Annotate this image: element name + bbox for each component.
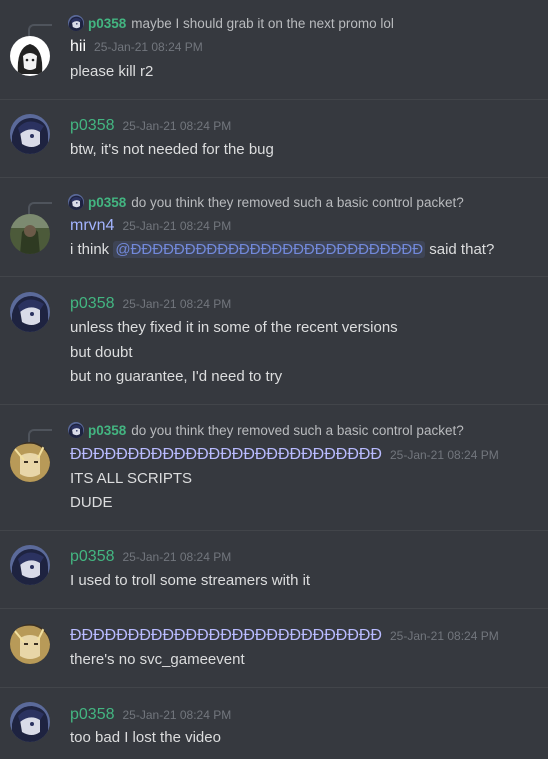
divider (0, 530, 548, 531)
message-header: ĐĐĐĐĐĐĐĐĐĐĐĐĐĐĐĐĐĐĐĐĐĐĐĐĐĐĐ 25-Jan-21 08… (70, 627, 499, 647)
message-header: p0358 25-Jan-21 08:24 PM (70, 706, 231, 726)
avatar[interactable] (10, 214, 50, 254)
timestamp: 25-Jan-21 08:24 PM (122, 219, 232, 233)
reply-text[interactable]: maybe I should grab it on the next promo… (131, 16, 394, 31)
divider (0, 177, 548, 178)
text-suffix: said that? (425, 241, 495, 258)
username[interactable]: p0358 (70, 548, 115, 566)
message-line: DUDE (70, 494, 113, 511)
reply-author[interactable]: p0358 (88, 195, 126, 210)
username[interactable]: p0358 (70, 295, 115, 313)
reply-author[interactable]: p0358 (88, 423, 126, 438)
reply-preview[interactable]: p0358 do you think they removed such a b… (68, 421, 464, 439)
avatar[interactable] (10, 442, 50, 482)
user-mention[interactable]: @ĐĐĐĐĐĐĐĐĐĐĐĐĐĐĐĐĐĐĐĐĐĐĐĐĐĐĐ (113, 241, 426, 258)
message-line: please kill r2 (70, 63, 154, 80)
message-line: ITS ALL SCRIPTS (70, 470, 192, 487)
message-line: I used to troll some streamers with it (70, 572, 311, 589)
timestamp: 25-Jan-21 08:24 PM (94, 40, 203, 54)
reply-avatar (68, 15, 84, 31)
reply-author[interactable]: p0358 (88, 16, 126, 31)
avatar[interactable] (10, 114, 50, 154)
message-header: hii 25-Jan-21 08:24 PM (70, 38, 203, 58)
message-header: p0358 25-Jan-21 08:24 PM (70, 117, 231, 137)
avatar[interactable] (10, 545, 50, 585)
username[interactable]: p0358 (70, 117, 115, 135)
timestamp: 25-Jan-21 08:24 PM (122, 297, 232, 311)
message-header: ĐĐĐĐĐĐĐĐĐĐĐĐĐĐĐĐĐĐĐĐĐĐĐĐĐĐĐ 25-Jan-21 08… (70, 446, 499, 466)
message-line: but doubt (70, 344, 133, 361)
username[interactable]: p0358 (70, 706, 115, 724)
timestamp: 25-Jan-21 08:24 PM (122, 550, 232, 564)
message-line: there's no svc_gameevent (70, 651, 245, 668)
reply-avatar (68, 194, 84, 210)
message-line: i think @ĐĐĐĐĐĐĐĐĐĐĐĐĐĐĐĐĐĐĐĐĐĐĐĐĐĐĐ sai… (70, 240, 494, 260)
username[interactable]: hii (70, 38, 86, 56)
username[interactable]: mrvn4 (70, 217, 114, 235)
divider (0, 608, 548, 609)
avatar[interactable] (10, 624, 50, 664)
username[interactable]: ĐĐĐĐĐĐĐĐĐĐĐĐĐĐĐĐĐĐĐĐĐĐĐĐĐĐĐ (70, 627, 382, 645)
avatar[interactable] (10, 36, 50, 76)
message-line: unless they fixed it in some of the rece… (70, 319, 398, 336)
avatar[interactable] (10, 292, 50, 332)
reply-avatar (68, 422, 84, 438)
timestamp: 25-Jan-21 08:24 PM (122, 708, 232, 722)
message-header: p0358 25-Jan-21 08:24 PM (70, 548, 231, 568)
divider (0, 99, 548, 100)
timestamp: 25-Jan-21 08:24 PM (122, 119, 232, 133)
reply-text[interactable]: do you think they removed such a basic c… (131, 195, 463, 210)
timestamp: 25-Jan-21 08:24 PM (389, 448, 499, 462)
reply-preview[interactable]: p0358 maybe I should grab it on the next… (68, 14, 394, 32)
divider (0, 276, 548, 277)
username[interactable]: ĐĐĐĐĐĐĐĐĐĐĐĐĐĐĐĐĐĐĐĐĐĐĐĐĐĐĐ (70, 446, 382, 464)
reply-text[interactable]: do you think they removed such a basic c… (131, 423, 463, 438)
message-header: p0358 25-Jan-21 08:24 PM (70, 295, 231, 315)
timestamp: 25-Jan-21 08:24 PM (389, 629, 499, 643)
message-line: btw, it's not needed for the bug (70, 141, 274, 158)
text-prefix: i think (70, 241, 114, 258)
reply-connector (28, 429, 52, 443)
message-header: mrvn4 25-Jan-21 08:24 PM (70, 217, 231, 237)
message-line: but no guarantee, I'd need to try (70, 368, 283, 385)
divider (0, 687, 548, 688)
message-line: too bad I lost the video (70, 729, 221, 746)
divider (0, 404, 548, 405)
reply-preview[interactable]: p0358 do you think they removed such a b… (68, 193, 464, 211)
avatar[interactable] (10, 702, 50, 742)
